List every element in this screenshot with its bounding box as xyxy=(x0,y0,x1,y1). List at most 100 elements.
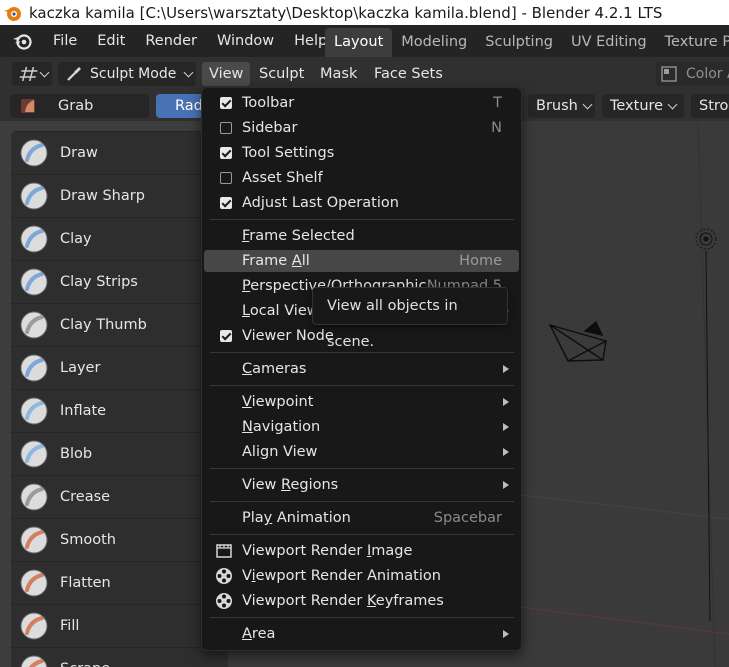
radius-label: Rad xyxy=(175,98,203,114)
checkbox-checked-icon[interactable] xyxy=(220,147,232,159)
film-reel-icon xyxy=(216,593,232,609)
tab-uv-editing[interactable]: UV Editing xyxy=(562,28,656,57)
layer-brush-icon xyxy=(20,354,48,381)
grab-brush-icon xyxy=(21,99,35,113)
blender-logo-icon[interactable] xyxy=(11,30,33,52)
smooth-brush-icon xyxy=(20,526,48,553)
menu-separator xyxy=(210,385,514,386)
checkbox-unchecked-icon[interactable] xyxy=(220,172,232,184)
header-menu-sculpt[interactable]: Sculpt xyxy=(252,62,311,86)
header-menu-view[interactable]: View xyxy=(202,62,251,86)
stroke-menu-button[interactable]: Strok xyxy=(691,94,729,118)
blob-brush-icon xyxy=(20,440,48,467)
color-attribute-button[interactable]: Color A xyxy=(656,62,729,86)
menu-edit[interactable]: Edit xyxy=(87,28,135,54)
tab-modeling[interactable]: Modeling xyxy=(392,28,476,57)
mode-label: Sculpt Mode xyxy=(90,66,177,82)
menu-item-navigation[interactable]: Navigation xyxy=(204,416,519,438)
view-menu-dropdown: Toolbar T Sidebar N Tool Settings Asset … xyxy=(201,87,522,651)
tool-label: Smooth xyxy=(60,531,116,548)
menu-item-play-animation[interactable]: Play Animation Spacebar xyxy=(204,507,519,529)
submenu-arrow-icon xyxy=(503,423,509,431)
submenu-arrow-icon xyxy=(503,630,509,638)
menu-item-frame-all[interactable]: Frame All Home xyxy=(204,250,519,272)
menu-item-viewport-render-image[interactable]: Viewport Render Image xyxy=(204,540,519,562)
tool-label: Flatten xyxy=(60,574,111,591)
menu-separator xyxy=(210,617,514,618)
menu-item-viewport-render-animation[interactable]: Viewport Render Animation xyxy=(204,565,519,587)
submenu-arrow-icon xyxy=(503,365,509,373)
menu-item-area[interactable]: Area xyxy=(204,623,519,645)
tool-clay[interactable]: Clay xyxy=(11,217,228,259)
tool-scrape[interactable]: Scrape xyxy=(11,647,228,667)
tool-label: Blob xyxy=(60,445,93,462)
top-menu-bar: File Edit Render Window Help Layout Mode… xyxy=(0,25,729,57)
tool-smooth[interactable]: Smooth xyxy=(11,518,228,560)
menu-item-toolbar[interactable]: Toolbar T xyxy=(204,92,519,114)
menu-file[interactable]: File xyxy=(43,28,87,54)
menu-render[interactable]: Render xyxy=(135,28,207,54)
menu-item-view-regions[interactable]: View Regions xyxy=(204,474,519,496)
menu-item-frame-selected[interactable]: Frame Selected xyxy=(204,225,519,247)
mode-selector[interactable]: Sculpt Mode xyxy=(58,62,196,86)
menu-item-align-view[interactable]: Align View xyxy=(204,441,519,463)
menu-separator xyxy=(210,501,514,502)
camera-icon[interactable] xyxy=(548,320,607,362)
menu-separator xyxy=(210,219,514,220)
chevron-down-icon xyxy=(582,99,593,109)
menu-item-viewport-render-keyframes[interactable]: Viewport Render Keyframes xyxy=(204,590,519,612)
tool-inflate[interactable]: Inflate xyxy=(11,389,228,431)
tool-layer[interactable]: Layer xyxy=(11,346,228,388)
checkbox-checked-icon[interactable] xyxy=(220,197,232,209)
chevron-down-icon xyxy=(183,67,194,77)
tool-draw[interactable]: Draw xyxy=(11,131,228,173)
tool-clay-thumb[interactable]: Clay Thumb xyxy=(11,303,228,345)
draw-brush-icon xyxy=(20,139,48,166)
tool-flatten[interactable]: Flatten xyxy=(11,561,228,603)
menu-separator xyxy=(210,534,514,535)
header-menu-face-sets[interactable]: Face Sets xyxy=(367,62,450,86)
menu-item-cameras[interactable]: Cameras xyxy=(204,358,519,380)
texture-menu-button[interactable]: Texture xyxy=(602,94,684,118)
tool-blob[interactable]: Blob xyxy=(11,432,228,474)
menu-window[interactable]: Window xyxy=(207,28,284,54)
tool-fill[interactable]: Fill xyxy=(11,604,228,646)
tool-label: Draw xyxy=(60,144,98,161)
menu-item-viewpoint[interactable]: Viewpoint xyxy=(204,391,519,413)
checkbox-checked-icon[interactable] xyxy=(220,330,232,342)
tool-draw-sharp[interactable]: Draw Sharp xyxy=(11,174,228,216)
checkbox-checked-icon[interactable] xyxy=(220,97,232,109)
tool-label: Clay Strips xyxy=(60,273,138,290)
tab-sculpting[interactable]: Sculpting xyxy=(476,28,562,57)
menu-item-adjust-last-operation[interactable]: Adjust Last Operation xyxy=(204,192,519,214)
menu-item-asset-shelf[interactable]: Asset Shelf xyxy=(204,167,519,189)
blender-app-icon xyxy=(4,6,21,21)
texture-menu-label: Texture xyxy=(610,98,664,114)
flatten-brush-icon xyxy=(20,569,48,596)
tab-layout[interactable]: Layout xyxy=(325,28,393,57)
viewport-header: Sculpt Mode View Sculpt Mask Face Sets C… xyxy=(0,57,729,91)
tool-label: Layer xyxy=(60,359,101,376)
menu-item-sidebar[interactable]: Sidebar N xyxy=(204,117,519,139)
film-reel-icon xyxy=(216,568,232,584)
tab-texture-paint[interactable]: Texture P xyxy=(656,28,729,57)
checkbox-unchecked-icon[interactable] xyxy=(220,122,232,134)
inflate-brush-icon xyxy=(20,397,48,424)
submenu-arrow-icon xyxy=(503,481,509,489)
scrape-brush-icon xyxy=(20,655,48,667)
header-menu-mask[interactable]: Mask xyxy=(313,62,364,86)
menu-item-tool-settings[interactable]: Tool Settings xyxy=(204,142,519,164)
tool-label: Fill xyxy=(60,617,80,634)
crease-brush-icon xyxy=(20,483,48,510)
brush-menu-button[interactable]: Brush xyxy=(528,94,595,118)
color-grid-icon xyxy=(661,66,677,82)
tool-crease[interactable]: Crease xyxy=(11,475,228,517)
editor-type-button[interactable] xyxy=(12,62,52,86)
tool-clay-strips[interactable]: Clay Strips xyxy=(11,260,228,302)
brush-selector[interactable]: Grab xyxy=(10,94,149,118)
brush-name: Grab xyxy=(58,98,94,114)
clay-thumb-brush-icon xyxy=(20,311,48,338)
light-icon[interactable] xyxy=(695,228,717,250)
workspace-tabs: Layout Modeling Sculpting UV Editing Tex… xyxy=(325,28,729,57)
tool-label: Crease xyxy=(60,488,111,505)
